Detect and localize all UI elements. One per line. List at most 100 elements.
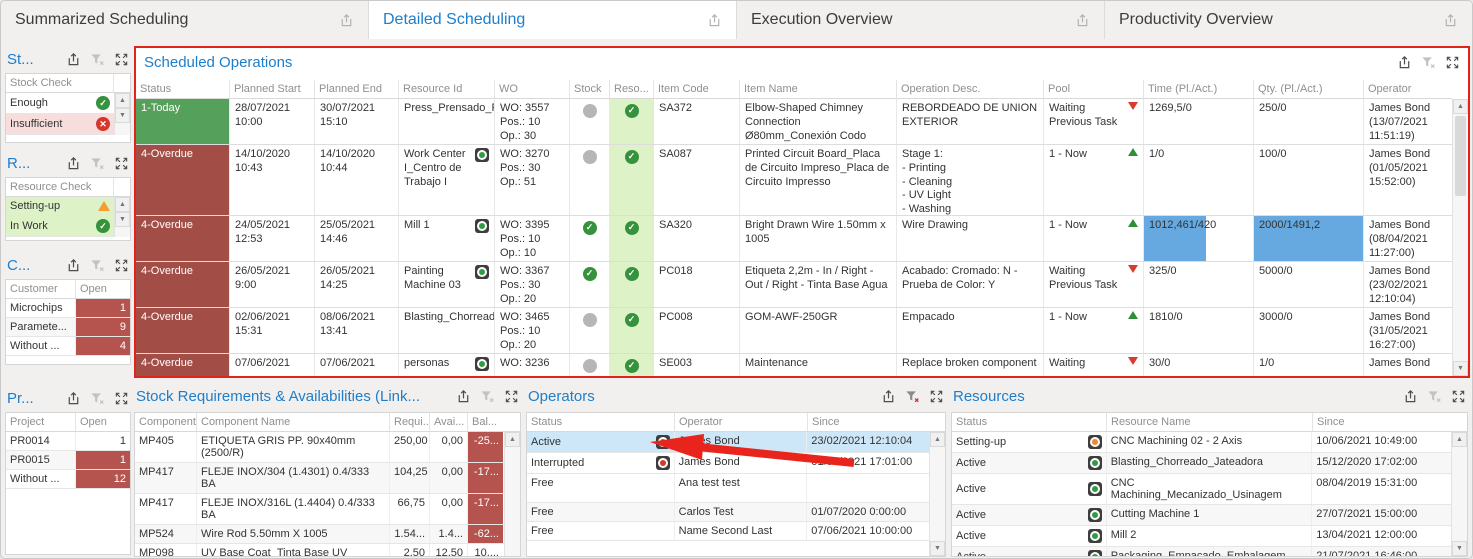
planned-end-cell: 14/10/2020 10:44 — [315, 145, 399, 215]
operation-row[interactable]: 4-Overdue 24/05/2021 12:53 25/05/2021 14… — [136, 216, 1452, 262]
scrollbar-thumb[interactable] — [1455, 116, 1466, 196]
item-name-cell: GOM-AWF-250GR — [740, 308, 897, 353]
filter-remove-icon[interactable] — [905, 389, 920, 404]
priority-up-icon — [1128, 311, 1138, 319]
operation-row[interactable]: 4-Overdue 07/06/2021 07/06/2021 personas… — [136, 354, 1452, 376]
export-icon[interactable] — [1397, 55, 1412, 70]
export-icon[interactable] — [707, 13, 722, 28]
resource-check-row[interactable]: In Work — [6, 216, 114, 237]
time-cell: 325/0 — [1144, 262, 1254, 307]
resource-row[interactable]: Active CNC Machining_Mecanizado_Usinagem… — [952, 474, 1451, 505]
tab-summarized-scheduling[interactable]: Summarized Scheduling — [1, 1, 369, 39]
filter-clear-icon[interactable] — [480, 389, 495, 404]
scroll-down-button[interactable]: ▼ — [115, 212, 130, 227]
expand-icon[interactable] — [929, 389, 944, 404]
customer-row[interactable]: Paramete... 9 — [6, 318, 130, 337]
project-row[interactable]: PR0015 1 — [6, 451, 130, 470]
expand-icon[interactable] — [1445, 55, 1460, 70]
expand-icon[interactable] — [114, 156, 129, 171]
expand-icon[interactable] — [504, 389, 519, 404]
operation-row[interactable]: 4-Overdue 26/05/2021 9:00 26/05/2021 14:… — [136, 262, 1452, 308]
expand-icon[interactable] — [1451, 389, 1466, 404]
expand-icon[interactable] — [114, 258, 129, 273]
filter-clear-icon[interactable] — [90, 156, 105, 171]
scroll-up-button[interactable]: ▲ — [505, 432, 520, 447]
project-row[interactable]: Without ... 12 — [6, 470, 130, 489]
export-icon[interactable] — [1075, 13, 1090, 28]
expand-icon[interactable] — [114, 52, 129, 67]
export-icon[interactable] — [66, 52, 81, 67]
operator-row[interactable]: Free Name Second Last 07/06/2021 10:00:0… — [527, 522, 929, 541]
stock-req-row[interactable]: MP098 UV Base Coat_Tinta Base UV 2,50 12… — [135, 544, 504, 557]
operation-row[interactable]: 4-Overdue 14/10/2020 10:43 14/10/2020 10… — [136, 145, 1452, 216]
filter-clear-icon[interactable] — [90, 258, 105, 273]
scroll-up-button[interactable]: ▲ — [930, 432, 945, 447]
scrollbar[interactable]: ▲ ▼ — [114, 197, 130, 237]
tab-productivity-overview[interactable]: Productivity Overview — [1105, 1, 1472, 39]
export-icon[interactable] — [66, 156, 81, 171]
status-cell: 4-Overdue — [136, 262, 230, 307]
operator-row[interactable]: Free Ana test test — [527, 474, 929, 503]
scroll-down-button[interactable]: ▼ — [930, 541, 945, 556]
customer-row[interactable]: Microchips 1 — [6, 299, 130, 318]
column-header: Customer — [6, 280, 76, 298]
scrollbar[interactable]: ▲ ▼ — [1452, 99, 1468, 376]
scroll-down-button[interactable]: ▼ — [115, 108, 130, 123]
record-icon — [1088, 508, 1102, 522]
scrollbar[interactable]: ▲ ▼ — [114, 93, 130, 135]
resource-row[interactable]: Active Cutting Machine 1 27/07/2021 15:0… — [952, 505, 1451, 526]
stock-req-row[interactable]: MP405 ETIQUETA GRIS PP. 90x40mm (2500/R)… — [135, 432, 504, 463]
scroll-down-button[interactable]: ▼ — [1452, 541, 1467, 556]
scroll-up-button[interactable]: ▲ — [1452, 432, 1467, 447]
export-icon[interactable] — [1403, 389, 1418, 404]
qty-cell: 100/0 — [1254, 145, 1364, 215]
stock-req-row[interactable]: MP417 FLEJE INOX/304 (1.4301) 0.4/333 BA… — [135, 463, 504, 494]
export-icon[interactable] — [881, 389, 896, 404]
scroll-up-button[interactable]: ▲ — [115, 197, 130, 212]
tab-detailed-scheduling[interactable]: Detailed Scheduling — [369, 1, 737, 39]
stock-check-row[interactable]: Enough — [6, 93, 114, 114]
resource-row[interactable]: Setting-up CNC Machining 02 - 2 Axis 10/… — [952, 432, 1451, 453]
scroll-up-button[interactable]: ▲ — [1453, 99, 1468, 114]
time-cell: 1/0 — [1144, 145, 1254, 215]
operation-row[interactable]: 4-Overdue 02/06/2021 15:31 08/06/2021 13… — [136, 308, 1452, 354]
resource-name: Blasting_Chorreado_Jateadora — [1107, 453, 1313, 473]
filter-clear-icon[interactable] — [90, 391, 105, 406]
filter-clear-icon[interactable] — [1427, 389, 1442, 404]
filter-clear-icon[interactable] — [1421, 55, 1436, 70]
scroll-down-button[interactable]: ▼ — [1453, 361, 1468, 376]
record-icon — [1088, 482, 1102, 496]
operator-row[interactable]: Active James Bond 23/02/2021 12:10:04 — [527, 432, 929, 453]
export-icon[interactable] — [66, 391, 81, 406]
stock-check-row[interactable]: Insufficient — [6, 114, 114, 135]
resource-row[interactable]: Active Blasting_Chorreado_Jateadora 15/1… — [952, 453, 1451, 474]
customers-panel: C... Customer Open Microchips 1 Paramete… — [5, 251, 131, 365]
export-icon[interactable] — [1443, 13, 1458, 28]
export-icon[interactable] — [66, 258, 81, 273]
resource-name: CNC Machining 02 - 2 Axis — [1107, 432, 1313, 452]
expand-icon[interactable] — [114, 391, 129, 406]
resource-row[interactable]: Active Mill 2 13/04/2021 12:00:00 — [952, 526, 1451, 547]
operator-row[interactable]: Interrupted James Bond 01/05/2021 17:01:… — [527, 453, 929, 474]
scroll-up-button[interactable]: ▲ — [115, 93, 130, 108]
scrollbar[interactable]: ▲ ▼ — [504, 432, 520, 557]
resource-name: Cutting Machine 1 — [1107, 505, 1313, 525]
component-cell: MP524 — [135, 525, 197, 543]
stock-req-row[interactable]: MP524 Wire Rod 5.50mm X 1005 1.54... 1.4… — [135, 525, 504, 544]
scrollbar[interactable]: ▲ ▼ — [929, 432, 945, 556]
resource-row[interactable]: Active Packaging_Empacado_Embalagem 21/0… — [952, 547, 1451, 557]
column-header: Avai... — [430, 413, 468, 431]
project-row[interactable]: PR0014 1 — [6, 432, 130, 451]
planned-start-cell: 07/06/2021 — [230, 354, 315, 376]
resource-check-row[interactable]: Setting-up — [6, 197, 114, 216]
export-icon[interactable] — [339, 13, 354, 28]
stock-req-row[interactable]: MP417 FLEJE INOX/316L (1.4404) 0.4/333 B… — [135, 494, 504, 525]
filter-clear-icon[interactable] — [90, 52, 105, 67]
operator-row[interactable]: Free Carlos Test 01/07/2020 0:00:00 — [527, 503, 929, 522]
stock-status-icon — [583, 359, 597, 373]
scrollbar[interactable]: ▲ ▼ — [1451, 432, 1467, 556]
operation-row[interactable]: 1-Today 28/07/2021 10:00 30/07/2021 15:1… — [136, 99, 1452, 145]
tab-execution-overview[interactable]: Execution Overview — [737, 1, 1105, 39]
export-icon[interactable] — [456, 389, 471, 404]
customer-row[interactable]: Without ... 4 — [6, 337, 130, 356]
